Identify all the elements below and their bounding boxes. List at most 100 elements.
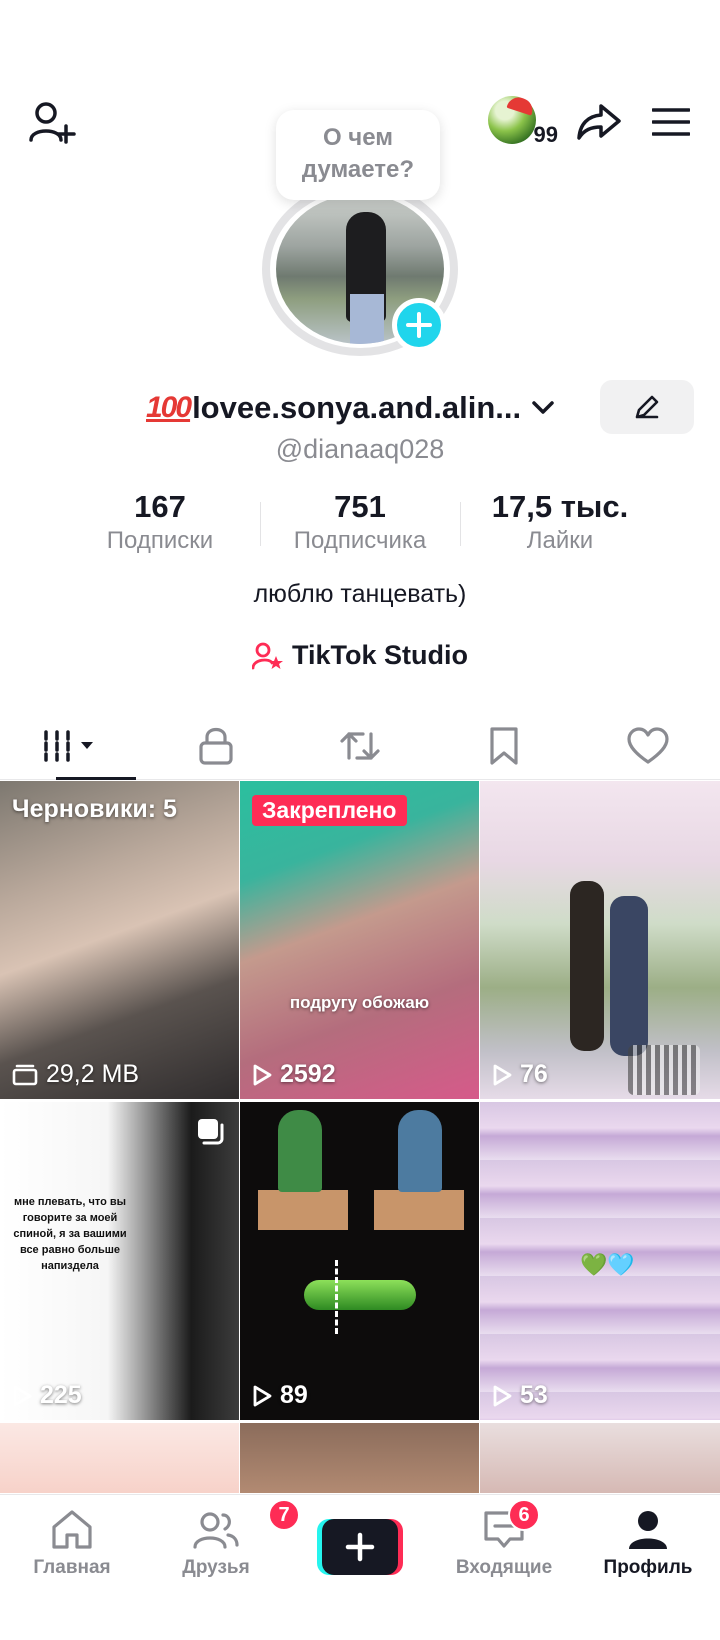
thumbnail-figure-right xyxy=(610,896,648,1056)
thought-bubble-line1: О чем xyxy=(322,124,394,151)
stat-likes-value: 17,5 тыс. xyxy=(491,489,629,524)
stat-following-value: 167 xyxy=(134,489,186,524)
plus-icon xyxy=(345,1532,375,1562)
profile-bio: люблю танцевать) xyxy=(253,580,467,608)
nav-profile-label: Профиль xyxy=(603,1557,693,1578)
creator-star-icon xyxy=(251,642,283,669)
video-thumbnail[interactable] xyxy=(480,1423,720,1493)
video-thumbnail-drafts[interactable]: Черновики: 5 29,2 MB xyxy=(0,781,239,1099)
story-avatar[interactable]: 99 xyxy=(488,94,558,148)
video-caption: подругу обожаю xyxy=(289,993,430,1012)
drafts-folder-icon xyxy=(12,1064,38,1085)
notification-count: 99 xyxy=(533,122,558,147)
profile-tabs xyxy=(0,712,720,780)
pencil-icon xyxy=(635,395,659,419)
friends-icon xyxy=(193,1512,239,1549)
view-count: 76 xyxy=(492,1060,548,1089)
play-icon xyxy=(493,1385,512,1406)
view-count-value: 53 xyxy=(520,1381,548,1409)
qr-code-icon xyxy=(628,1045,700,1095)
add-story-plus-icon[interactable] xyxy=(392,298,446,352)
view-count: 89 xyxy=(252,1381,308,1410)
video-thumbnail[interactable] xyxy=(240,1423,479,1493)
share-icon[interactable] xyxy=(576,99,622,145)
thumbnail-desk-right xyxy=(374,1190,464,1230)
profile-icon xyxy=(629,1511,667,1549)
tab-reposts[interactable] xyxy=(288,712,432,779)
video-grid-icon xyxy=(44,729,93,762)
stat-following[interactable]: 167 Подписки xyxy=(60,488,260,566)
display-name-row[interactable]: 100 lovee.sonya.and.alin... xyxy=(146,386,555,430)
video-thumbnail[interactable] xyxy=(0,1423,239,1493)
profile-avatar[interactable] xyxy=(262,182,458,356)
video-thumbnail[interactable]: 76 xyxy=(480,781,720,1099)
hearts-emoji: 💚🩵 xyxy=(580,1252,635,1277)
bookmark-icon xyxy=(490,726,518,765)
bottom-navigation: Главная 7 Друзья 6 Входящие Профиль xyxy=(0,1494,720,1640)
stat-followers[interactable]: 751 Подписчика xyxy=(260,488,460,566)
menu-icon[interactable] xyxy=(648,99,694,145)
view-count-value: 225 xyxy=(40,1381,82,1409)
home-icon xyxy=(52,1510,92,1549)
stat-following-label: Подписки xyxy=(106,527,214,554)
play-icon xyxy=(253,1385,272,1406)
view-count: 2592 xyxy=(252,1060,336,1089)
pinned-badge: Закреплено xyxy=(252,795,407,826)
stat-followers-label: Подписчика xyxy=(293,527,427,554)
drafts-size: 29,2 MB xyxy=(12,1060,139,1089)
create-button[interactable] xyxy=(317,1519,403,1575)
drafts-size-value: 29,2 MB xyxy=(46,1060,140,1088)
nav-friends[interactable]: 7 Друзья xyxy=(144,1495,300,1640)
video-grid: Черновики: 5 29,2 MB Закреплено подругу … xyxy=(0,781,720,1493)
add-friend-icon[interactable] xyxy=(28,98,78,148)
nav-inbox[interactable]: 6 Входящие xyxy=(432,1495,576,1640)
tiktok-studio-link[interactable]: TikTok Studio xyxy=(0,640,720,671)
video-quote-text: мне плевать, что вы говорите за моей спи… xyxy=(13,1196,127,1272)
view-count: 225 xyxy=(12,1381,82,1410)
view-count-value: 2592 xyxy=(280,1060,336,1088)
tiktok-studio-label: TikTok Studio xyxy=(291,640,468,670)
display-name: lovee.sonya.and.alin... xyxy=(192,390,522,425)
thought-bubble-line2: думаете? xyxy=(301,156,415,183)
nav-profile[interactable]: Профиль xyxy=(576,1495,720,1640)
tab-liked[interactable] xyxy=(576,712,720,779)
thumbnail-figure-left xyxy=(570,881,604,1051)
thumbnail-character-left xyxy=(278,1110,322,1192)
view-count-value: 76 xyxy=(520,1060,548,1088)
nav-create[interactable] xyxy=(288,1495,432,1640)
play-icon xyxy=(13,1385,32,1406)
stat-likes-label: Лайки xyxy=(526,527,594,554)
view-count-value: 89 xyxy=(280,1381,308,1409)
edit-profile-button[interactable] xyxy=(600,380,694,434)
nav-home-label: Главная xyxy=(33,1557,111,1578)
hundred-points-emoji: 100 xyxy=(146,391,192,424)
video-thumbnail-pinned[interactable]: Закреплено подругу обожаю 2592 xyxy=(240,781,479,1099)
create-button-face xyxy=(322,1519,398,1575)
tab-videos[interactable] xyxy=(0,712,144,780)
heart-icon xyxy=(627,726,669,764)
cut-line xyxy=(335,1260,338,1334)
video-thumbnail[interactable]: 💚🩵 53 xyxy=(480,1102,720,1420)
video-thumbnail[interactable]: 89 xyxy=(240,1102,479,1420)
drafts-label: Черновики: 5 xyxy=(12,795,177,823)
play-icon xyxy=(493,1064,512,1085)
photo-carousel-icon xyxy=(195,1116,225,1151)
nav-friends-label: Друзья xyxy=(182,1557,250,1578)
thumbnail-character-right xyxy=(398,1110,442,1192)
tab-favorites[interactable] xyxy=(432,712,576,779)
video-thumbnail[interactable]: мне плевать, что вы говорите за моей спи… xyxy=(0,1102,239,1420)
stat-likes[interactable]: 17,5 тыс. Лайки xyxy=(460,488,660,566)
nav-home[interactable]: Главная xyxy=(0,1495,144,1640)
chevron-down-icon[interactable] xyxy=(531,400,555,416)
avatar-person-legs xyxy=(350,294,384,344)
play-icon xyxy=(253,1064,272,1085)
lock-icon xyxy=(199,727,233,765)
cucumber-image xyxy=(304,1280,416,1310)
thought-bubble[interactable]: О чем думаете? xyxy=(276,110,440,200)
profile-stats: 167 Подписки 751 Подписчика 17,5 тыс. Ла… xyxy=(60,488,660,566)
repost-icon xyxy=(340,731,380,760)
tab-private[interactable] xyxy=(144,712,288,779)
view-count: 53 xyxy=(492,1381,548,1410)
username-handle: @dianaaq028 xyxy=(275,434,445,464)
inbox-badge: 6 xyxy=(508,1499,540,1531)
